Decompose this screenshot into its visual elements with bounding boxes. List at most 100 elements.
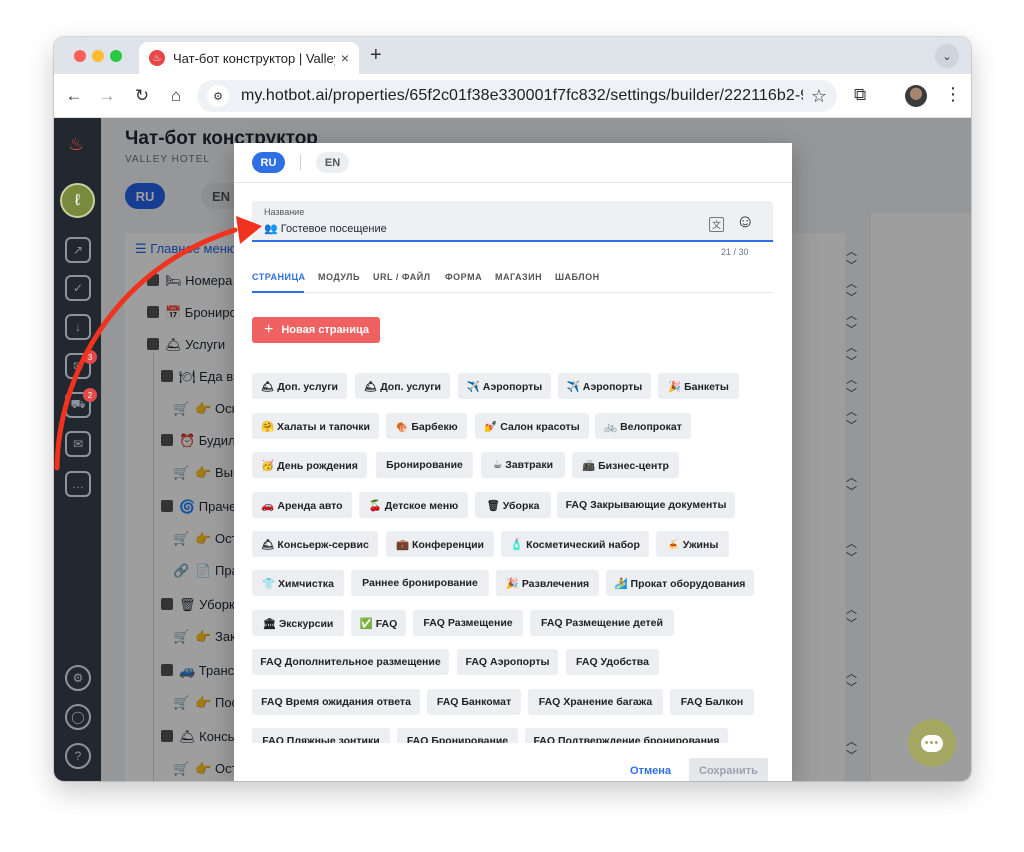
bookmark-star-icon[interactable]: ☆	[811, 86, 827, 107]
modal-language-switch: RU EN	[234, 143, 792, 183]
page-chip[interactable]: 🚗 Аренда авто	[252, 492, 352, 518]
page-chip[interactable]: ✈️ Аэропорты	[558, 373, 651, 399]
close-window-button[interactable]	[74, 50, 86, 62]
page-chip[interactable]: 🛎 Доп. услуги	[252, 373, 347, 399]
page-viewport: ♨ ℓ ↗ ✓ ↓ ✉ 3 ⛟ 2 ✉ … ⚙ ◯ ? Чат-бот конс…	[54, 118, 971, 781]
name-field[interactable]: Название 👥 Гостевое посещение 文 ☺	[252, 201, 773, 242]
page-chip[interactable]: 🎉 Развлечения	[496, 570, 599, 596]
page-chip[interactable]: FAQ Размещение	[413, 610, 523, 636]
tab-shop[interactable]: МАГАЗИН	[495, 272, 542, 282]
page-chip[interactable]: FAQ Аэропорты	[457, 649, 558, 675]
pages-grid: 🛎 Доп. услуги 🛎 Доп. услуги ✈️ Аэропорты…	[252, 373, 773, 743]
name-field-label: Название	[264, 207, 305, 217]
maximize-window-button[interactable]	[110, 50, 122, 62]
back-arrow-icon[interactable]: ←	[61, 83, 87, 109]
page-chip[interactable]: 👕 Химчистка	[252, 570, 344, 596]
tasks-check-icon[interactable]: ✓	[65, 275, 91, 301]
page-chip[interactable]: FAQ Удобства	[566, 649, 659, 675]
tab-page[interactable]: СТРАНИЦА	[252, 272, 306, 282]
analytics-icon[interactable]: ↗	[65, 237, 91, 263]
page-chip[interactable]: FAQ Подтверждение бронирования	[525, 728, 728, 743]
browser-tab-active[interactable]: ♨ Чат-бот конструктор | Valley Hotel ×	[139, 42, 359, 74]
page-chip[interactable]: 💼 Конференции	[386, 531, 494, 557]
help-icon[interactable]: ?	[65, 743, 91, 769]
content-type-tabs: СТРАНИЦА МОДУЛЬ URL / ФАЙЛ ФОРМА МАГАЗИН…	[252, 267, 773, 293]
flame-icon[interactable]: ♨	[68, 134, 84, 155]
active-tab-indicator	[252, 291, 304, 293]
page-picker-modal: RU EN Название 👥 Гостевое посещение 文 ☺ …	[234, 143, 792, 781]
mail-upload-icon[interactable]: ✉	[65, 431, 91, 457]
page-chip[interactable]: 🚲 Велопрокат	[595, 413, 691, 439]
page-chip[interactable]: 💅 Салон красоты	[475, 413, 589, 439]
new-page-label: Новая страница	[281, 324, 369, 336]
new-page-button[interactable]: + Новая страница	[252, 317, 380, 343]
page-chip[interactable]: 🍖 Барбекю	[386, 413, 467, 439]
modal-lang-en[interactable]: EN	[316, 152, 349, 173]
browser-menu-kebab-icon[interactable]: ⋮	[944, 84, 962, 105]
tab-search-chevron-icon[interactable]: ⌄	[935, 44, 959, 68]
page-chip[interactable]: 🍝 Ужины	[656, 531, 729, 557]
page-chip[interactable]: 🏛 Экскурсии	[252, 610, 344, 636]
page-chip[interactable]: ✈️ Аэропорты	[458, 373, 551, 399]
char-counter: 21 / 30	[721, 247, 749, 257]
url-text[interactable]: my.hotbot.ai/properties/65f2c01f38e33000…	[241, 87, 803, 105]
page-chip[interactable]: FAQ Пляжные зонтики	[252, 728, 390, 743]
minimize-window-button[interactable]	[92, 50, 104, 62]
profile-avatar[interactable]	[905, 85, 927, 107]
reload-icon[interactable]: ↻	[129, 83, 155, 109]
tab-url-file[interactable]: URL / ФАЙЛ	[373, 272, 431, 282]
page-chip[interactable]: ☕ Завтраки	[481, 452, 565, 478]
page-chip[interactable]: FAQ Бронирование	[397, 728, 518, 743]
browser-toolbar: ← → ↻ ⌂ ⚙ my.hotbot.ai/properties/65f2c0…	[54, 74, 971, 118]
download-icon[interactable]: ↓	[65, 314, 91, 340]
page-chip[interactable]: 📠 Бизнес-центр	[572, 452, 679, 478]
cancel-button[interactable]: Отмена	[630, 765, 671, 777]
tab-template[interactable]: ШАБЛОН	[555, 272, 600, 282]
page-chip[interactable]: 🎉 Банкеты	[658, 373, 739, 399]
page-chip[interactable]: Раннее бронирование	[351, 570, 489, 596]
page-chip[interactable]: 🧴 Косметический набор	[501, 531, 649, 557]
browser-window: ♨ Чат-бот конструктор | Valley Hotel × +…	[54, 37, 971, 781]
smiley-icon[interactable]: ☺	[736, 212, 754, 230]
address-bar[interactable]: ⚙ my.hotbot.ai/properties/65f2c01f38e330…	[197, 80, 837, 112]
translate-icon[interactable]: 文	[709, 217, 724, 232]
page-chip[interactable]: 🤗 Халаты и тапочки	[252, 413, 379, 439]
page-chip[interactable]: FAQ Закрывающие документы	[557, 492, 735, 518]
name-field-value[interactable]: 👥 Гостевое посещение	[264, 222, 387, 235]
hotbot-favicon-icon: ♨	[149, 50, 165, 66]
page-chip[interactable]: 🍒 Детское меню	[359, 492, 468, 518]
tab-module[interactable]: МОДУЛЬ	[318, 272, 360, 282]
chat-icon[interactable]: …	[65, 471, 91, 497]
page-chip[interactable]: Бронирование	[376, 452, 473, 478]
page-chip[interactable]: ✅ FAQ	[351, 610, 406, 636]
page-chip[interactable]: FAQ Балкон	[670, 689, 754, 715]
app-sidebar: ♨ ℓ ↗ ✓ ↓ ✉ 3 ⛟ 2 ✉ … ⚙ ◯ ?	[54, 118, 101, 781]
page-chip[interactable]: 🗑 Уборка	[475, 492, 551, 518]
account-icon[interactable]: ◯	[65, 704, 91, 730]
page-chip[interactable]: FAQ Хранение багажа	[528, 689, 663, 715]
page-chip[interactable]: FAQ Банкомат	[427, 689, 521, 715]
page-chip[interactable]: FAQ Время ожидания ответа	[252, 689, 420, 715]
tab-strip: ♨ Чат-бот конструктор | Valley Hotel × +…	[54, 37, 971, 74]
forward-arrow-icon[interactable]: →	[94, 83, 120, 109]
settings-gear-icon[interactable]: ⚙	[65, 665, 91, 691]
extensions-puzzle-icon[interactable]: ⧉	[854, 85, 866, 105]
chat-widget-button[interactable]: •••	[908, 719, 956, 767]
home-icon[interactable]: ⌂	[163, 83, 189, 109]
page-chip[interactable]: 🛎 Доп. услуги	[355, 373, 450, 399]
tab-close-icon[interactable]: ×	[341, 50, 349, 66]
property-avatar[interactable]: ℓ	[60, 183, 95, 218]
page-chip[interactable]: 🥳 День рождения	[252, 452, 367, 478]
page-chip[interactable]: FAQ Размещение детей	[530, 610, 674, 636]
cart-badge: 2	[83, 388, 97, 402]
page-chip[interactable]: 🏄 Прокат оборудования	[606, 570, 754, 596]
site-info-icon[interactable]: ⚙	[207, 85, 229, 107]
page-chip[interactable]: 🛎 Консьерж-сервис	[252, 531, 378, 557]
save-button[interactable]: Сохранить	[689, 758, 768, 781]
modal-lang-ru[interactable]: RU	[252, 152, 285, 173]
chat-bubble-icon: •••	[921, 734, 943, 752]
page-chip[interactable]: FAQ Дополнительное размещение	[252, 649, 449, 675]
tab-form[interactable]: ФОРМА	[445, 272, 482, 282]
lang-divider	[300, 155, 301, 170]
new-tab-button[interactable]: +	[370, 45, 382, 65]
